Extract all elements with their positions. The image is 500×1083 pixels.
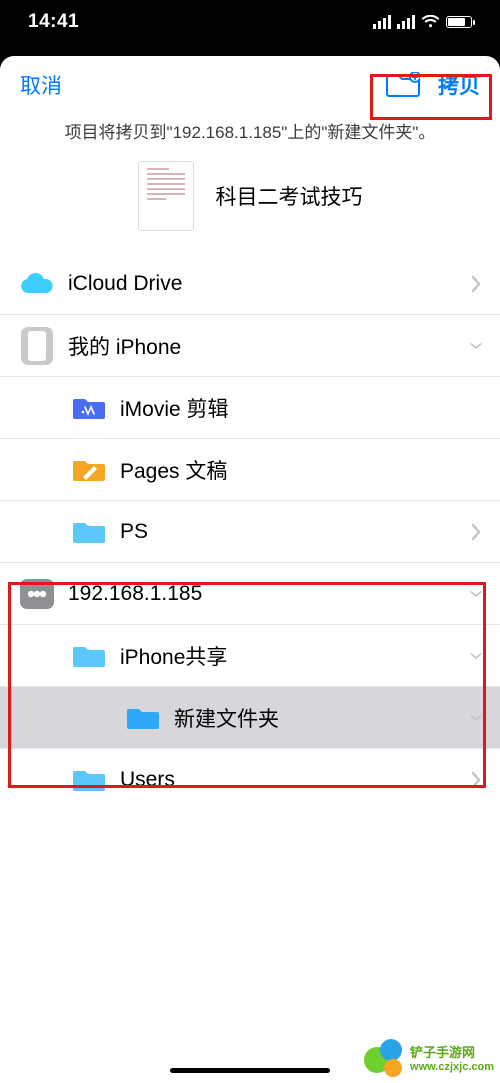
signal-icon-2 — [397, 15, 415, 29]
folder-users[interactable]: Users — [0, 749, 500, 811]
folder-icon — [73, 767, 105, 793]
chevron-down-icon — [470, 337, 482, 355]
folder-icon — [73, 395, 105, 421]
location-server[interactable]: 192.168.1.185 — [0, 563, 500, 625]
new-folder-icon[interactable] — [386, 72, 420, 98]
icloud-icon — [20, 272, 54, 296]
chevron-down-icon — [470, 647, 482, 665]
watermark-name: 铲子手游网 — [410, 1046, 494, 1061]
copy-sheet: 取消 拷贝 项目将拷贝到"192.168.1.185"上的"新建文件夹"。 科目… — [0, 56, 500, 1083]
folder-ps[interactable]: PS — [0, 501, 500, 563]
server-icon — [20, 579, 54, 609]
folder-icon — [73, 457, 105, 483]
location-label: 192.168.1.185 — [54, 582, 470, 606]
file-preview: 科目二考试技巧 — [0, 157, 500, 253]
chevron-right-icon — [470, 523, 482, 541]
nav-bar: 取消 拷贝 — [0, 56, 500, 114]
location-icloud[interactable]: iCloud Drive — [0, 253, 500, 315]
location-label: iCloud Drive — [54, 272, 470, 296]
battery-icon — [446, 16, 472, 28]
copy-button[interactable]: 拷贝 — [438, 70, 480, 100]
location-label: iPhone共享 — [106, 641, 470, 671]
folder-new-folder-selected[interactable]: 新建文件夹 — [0, 687, 500, 749]
folder-imovie[interactable]: iMovie 剪辑 — [0, 377, 500, 439]
document-thumbnail-icon — [138, 161, 194, 231]
iphone-icon — [21, 327, 53, 365]
chevron-down-icon — [470, 709, 482, 727]
status-bar: 14:41 — [0, 0, 500, 44]
signal-icon — [373, 15, 391, 29]
location-label: iMovie 剪辑 — [106, 393, 482, 423]
file-name: 科目二考试技巧 — [216, 181, 363, 211]
chevron-right-icon — [470, 771, 482, 789]
chevron-right-icon — [470, 275, 482, 293]
folder-icon — [127, 705, 159, 731]
location-label: Users — [106, 768, 470, 792]
location-label: Pages 文稿 — [106, 455, 482, 485]
home-indicator — [170, 1068, 330, 1073]
location-label: 我的 iPhone — [54, 331, 470, 361]
subtitle-text: 项目将拷贝到"192.168.1.185"上的"新建文件夹"。 — [0, 114, 500, 157]
folder-iphone-share[interactable]: iPhone共享 — [0, 625, 500, 687]
watermark-logo-icon — [364, 1039, 406, 1081]
wifi-icon — [421, 15, 440, 29]
folder-icon — [73, 519, 105, 545]
chevron-down-icon — [470, 585, 482, 603]
location-label: PS — [106, 520, 470, 544]
location-list: iCloud Drive 我的 iPhone iMovie 剪辑 Pages 文… — [0, 253, 500, 1083]
status-indicators — [373, 15, 472, 29]
location-label: 新建文件夹 — [160, 703, 470, 733]
status-time: 14:41 — [28, 11, 79, 33]
folder-pages[interactable]: Pages 文稿 — [0, 439, 500, 501]
folder-icon — [73, 643, 105, 669]
location-my-iphone[interactable]: 我的 iPhone — [0, 315, 500, 377]
watermark-url: www.czjxjc.com — [410, 1061, 494, 1074]
watermark: 铲子手游网 www.czjxjc.com — [364, 1039, 494, 1081]
cancel-button[interactable]: 取消 — [20, 70, 62, 100]
